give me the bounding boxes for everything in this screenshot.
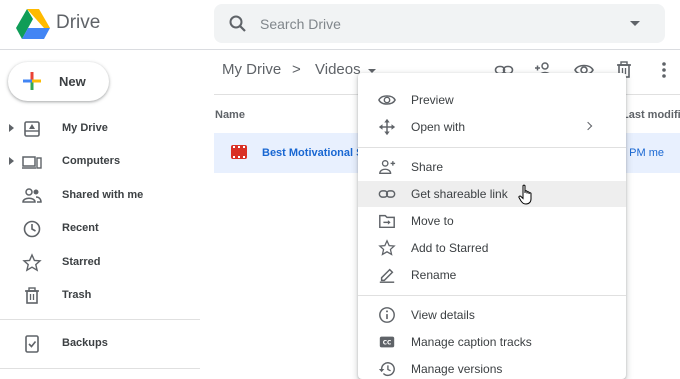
sidebar-divider bbox=[0, 319, 200, 320]
svg-text:CC: CC bbox=[383, 341, 392, 347]
drive-window: Drive New My Drive bbox=[0, 0, 680, 379]
menu-item-view-details[interactable]: View details bbox=[358, 302, 626, 328]
menu-item-label: Get shareable link bbox=[411, 187, 508, 201]
sidebar-item-label: Starred bbox=[62, 256, 101, 268]
sidebar-item-label: Recent bbox=[62, 222, 99, 234]
menu-item-label: View details bbox=[411, 308, 475, 322]
menu-item-label: Add to Starred bbox=[411, 241, 489, 255]
breadcrumb-root[interactable]: My Drive bbox=[222, 61, 281, 78]
menu-item-get-shareable-link[interactable]: Get shareable link bbox=[358, 181, 626, 207]
plus-icon bbox=[23, 72, 41, 90]
move-arrows-icon bbox=[378, 118, 396, 136]
sidebar-item-label: My Drive bbox=[62, 122, 108, 134]
menu-divider bbox=[358, 147, 626, 148]
menu-item-move-to[interactable]: Move to bbox=[358, 208, 626, 234]
sidebar-item-my-drive[interactable]: My Drive bbox=[0, 114, 200, 144]
search-input[interactable] bbox=[260, 12, 600, 36]
hand-cursor-icon bbox=[518, 184, 532, 205]
menu-item-manage-versions[interactable]: Manage versions bbox=[358, 356, 626, 379]
sidebar-item-trash[interactable]: Trash bbox=[0, 281, 200, 311]
menu-item-preview[interactable]: Preview bbox=[358, 87, 626, 113]
history-icon bbox=[378, 362, 395, 377]
menu-item-label: Share bbox=[411, 160, 444, 174]
search-bar[interactable] bbox=[214, 4, 665, 43]
menu-item-manage-caption-tracks[interactable]: CC Manage caption tracks bbox=[358, 329, 626, 355]
closed-caption-icon: CC bbox=[379, 336, 395, 348]
breadcrumb-separator: > bbox=[292, 61, 301, 78]
drive-logo-icon[interactable] bbox=[16, 9, 50, 39]
menu-item-label: Manage caption tracks bbox=[411, 335, 532, 349]
sidebar-item-backups[interactable]: Backups bbox=[0, 329, 200, 359]
move-to-folder-icon bbox=[379, 214, 395, 229]
sidebar-item-computers[interactable]: Computers bbox=[0, 147, 200, 177]
context-menu: Preview Open with Share Get shareable li… bbox=[358, 73, 626, 379]
sidebar-item-label: Backups bbox=[62, 337, 108, 349]
my-drive-icon bbox=[24, 121, 40, 137]
menu-item-label: Rename bbox=[411, 268, 457, 282]
column-header-modified[interactable]: Last modifi... bbox=[622, 109, 680, 121]
trash-icon bbox=[25, 287, 39, 304]
link-icon bbox=[378, 190, 396, 198]
pencil-icon bbox=[379, 268, 395, 283]
top-bar: Drive bbox=[0, 0, 680, 50]
backup-icon bbox=[25, 335, 39, 353]
more-vert-icon[interactable] bbox=[654, 60, 674, 80]
add-person-icon bbox=[379, 160, 396, 174]
search-options-caret-icon[interactable] bbox=[630, 21, 640, 26]
menu-item-open-with[interactable]: Open with bbox=[358, 114, 626, 140]
sidebar-item-shared-with-me[interactable]: Shared with me bbox=[0, 181, 200, 211]
new-button-label: New bbox=[59, 74, 86, 89]
star-icon bbox=[22, 253, 42, 272]
sidebar-item-label: Trash bbox=[62, 289, 92, 301]
sidebar-item-label: Shared with me bbox=[62, 189, 144, 201]
video-file-icon bbox=[231, 145, 247, 159]
clock-icon bbox=[23, 220, 41, 238]
column-header-name[interactable]: Name bbox=[215, 109, 245, 121]
menu-item-share[interactable]: Share bbox=[358, 154, 626, 180]
menu-item-rename[interactable]: Rename bbox=[358, 262, 626, 288]
menu-item-label: Move to bbox=[411, 214, 454, 228]
menu-item-add-to-starred[interactable]: Add to Starred bbox=[358, 235, 626, 261]
people-icon bbox=[22, 188, 42, 203]
breadcrumb-current[interactable]: Videos bbox=[315, 61, 361, 78]
file-modified: 7 PM me bbox=[620, 147, 665, 159]
submenu-chevron-icon bbox=[583, 121, 593, 131]
eye-icon bbox=[378, 95, 396, 105]
sidebar-item-starred[interactable]: Starred bbox=[0, 248, 200, 278]
info-icon bbox=[379, 307, 395, 323]
sidebar-divider bbox=[0, 368, 200, 369]
computers-icon bbox=[22, 156, 42, 169]
menu-item-label: Manage versions bbox=[411, 362, 503, 376]
app-name[interactable]: Drive bbox=[56, 12, 100, 34]
new-button[interactable]: New bbox=[8, 62, 109, 101]
sidebar-item-recent[interactable]: Recent bbox=[0, 214, 200, 244]
menu-item-label: Preview bbox=[411, 93, 454, 107]
search-icon[interactable] bbox=[228, 14, 248, 34]
menu-item-label: Open with bbox=[411, 120, 466, 134]
sidebar-item-label: Computers bbox=[62, 155, 121, 167]
expand-arrow-icon[interactable] bbox=[9, 124, 14, 132]
star-icon bbox=[378, 239, 396, 256]
expand-arrow-icon[interactable] bbox=[9, 157, 14, 165]
menu-divider bbox=[358, 295, 626, 296]
file-name[interactable]: Best Motivational S bbox=[262, 147, 363, 159]
